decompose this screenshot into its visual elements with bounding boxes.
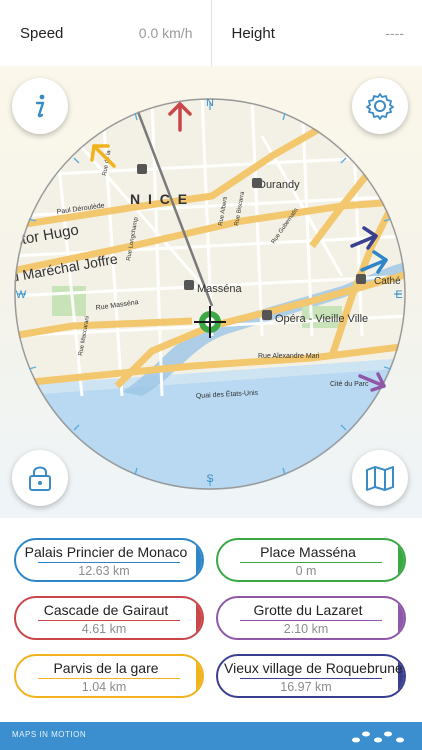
destination-underline (240, 678, 382, 679)
speed-label: Speed (20, 24, 64, 42)
compass-west: W (16, 289, 27, 301)
brand-label: MAPS IN MOTION (12, 730, 87, 739)
label-rue-alexandre: Rue Alexandre Mari (258, 353, 320, 360)
destination-color-stripe (196, 598, 202, 638)
tram-icon (356, 274, 366, 284)
destination-button-roquebrune[interactable]: Vieux village de Roquebrune 16.97 km (216, 654, 406, 698)
destination-distance: 16.97 km (280, 680, 332, 694)
destination-underline (38, 562, 180, 563)
destination-distance: 4.61 km (81, 622, 127, 636)
destination-name: Place Masséna (260, 544, 356, 560)
lock-icon (29, 466, 51, 491)
destination-button-massena[interactable]: Place Masséna 0 m (216, 538, 406, 582)
destination-button-gairaut[interactable]: Cascade de Gairaut 4.61 km (14, 596, 204, 640)
info-button[interactable] (12, 78, 68, 134)
destination-list: Palais Princier de Monaco 12.63 km Place… (0, 528, 422, 724)
label-durandy: Durandy (258, 179, 300, 191)
height-cell: Height ---- (210, 0, 422, 66)
destination-name: Cascade de Gairaut (43, 602, 169, 618)
footer-bar: MAPS IN MOTION (0, 722, 422, 750)
height-label: Height (231, 24, 275, 42)
map-area[interactable]: N I C E Durandy Masséna Opéra - Vieille … (0, 66, 422, 518)
label-cathe: Cathé (374, 276, 401, 287)
gear-icon (366, 93, 394, 120)
tram-icon (252, 178, 262, 188)
footprints-icon (352, 731, 404, 743)
destination-color-stripe (398, 540, 404, 580)
compass-map[interactable]: N I C E Durandy Masséna Opéra - Vieille … (12, 96, 408, 492)
destination-color-stripe (196, 656, 202, 696)
lock-button[interactable] (12, 450, 68, 506)
destination-button-gare[interactable]: Parvis de la gare 1.04 km (14, 654, 204, 698)
destination-distance: 1.04 km (81, 680, 127, 694)
label-opera: Opéra - Vieille Ville (275, 313, 368, 325)
destination-color-stripe (398, 598, 404, 638)
destination-distance: 2.10 km (283, 622, 329, 636)
destination-underline (38, 678, 180, 679)
destination-name: Vieux village de Roquebrune (224, 660, 403, 676)
destination-name: Palais Princier de Monaco (24, 544, 188, 560)
map-icon (366, 466, 394, 491)
info-icon (35, 94, 45, 118)
destination-underline (240, 620, 382, 621)
destination-distance: 12.63 km (78, 564, 130, 578)
speed-cell: Speed 0.0 km/h (0, 0, 211, 66)
destination-name: Parvis de la gare (53, 660, 159, 676)
destination-distance: 0 m (295, 564, 317, 578)
destination-name: Grotte du Lazaret (253, 602, 363, 618)
tram-icon (137, 164, 147, 174)
tram-icon (262, 310, 272, 320)
status-header: Speed 0.0 km/h Height ---- (0, 0, 422, 67)
speed-value: 0.0 km/h (138, 25, 193, 41)
destination-underline (38, 620, 180, 621)
map-button[interactable] (352, 450, 408, 506)
settings-button[interactable] (352, 78, 408, 134)
compass-north: N (206, 97, 214, 109)
label-nice: N I C E (130, 191, 189, 207)
tram-icon (184, 280, 194, 290)
destination-color-stripe (196, 540, 202, 580)
label-massena: Masséna (197, 283, 243, 295)
compass-east: E (395, 289, 402, 301)
label-cite-parc: Cité du Parc (330, 381, 369, 388)
compass-south: S (206, 473, 213, 485)
destination-underline (240, 562, 382, 563)
height-value: ---- (385, 25, 404, 41)
destination-button-lazaret[interactable]: Grotte du Lazaret 2.10 km (216, 596, 406, 640)
destination-button-monaco[interactable]: Palais Princier de Monaco 12.63 km (14, 538, 204, 582)
